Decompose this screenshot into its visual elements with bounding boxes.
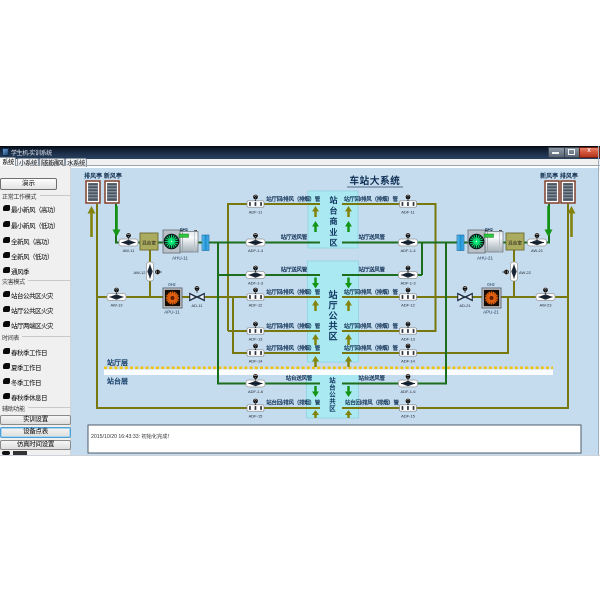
svg-text:APU-11: APU-11 <box>164 310 180 315</box>
svg-text:AD-21: AD-21 <box>459 303 471 308</box>
svg-text:AW-13: AW-13 <box>110 303 123 308</box>
svg-text:0Hz: 0Hz <box>487 282 494 287</box>
svg-text:AW-22: AW-22 <box>519 270 532 275</box>
svg-text:混合室: 混合室 <box>508 240 522 247</box>
svg-text:AW-23: AW-23 <box>539 303 552 308</box>
svg-text:AHU-21: AHU-21 <box>477 256 494 261</box>
svg-text:车站大系统: 车站大系统 <box>349 175 400 187</box>
svg-text:共: 共 <box>328 320 337 331</box>
svg-text:ADF-13: ADF-13 <box>249 337 264 342</box>
svg-text:ADF-11: ADF-11 <box>401 210 415 215</box>
svg-text:台: 台 <box>330 206 338 216</box>
svg-text:公: 公 <box>329 391 336 399</box>
svg-text:区: 区 <box>328 332 337 342</box>
svg-text:AW-12: AW-12 <box>133 270 146 275</box>
svg-text:ADF-1-6: ADF-1-6 <box>248 389 264 394</box>
svg-text:ADF-14: ADF-14 <box>249 359 264 364</box>
svg-text:0Hz: 0Hz <box>180 227 189 232</box>
svg-text:区: 区 <box>330 238 338 247</box>
svg-text:公: 公 <box>328 311 337 321</box>
svg-text:ADF-15: ADF-15 <box>401 414 416 419</box>
svg-text:厅: 厅 <box>328 300 337 310</box>
svg-text:ADF-13: ADF-13 <box>401 337 416 342</box>
svg-text:ADF-1-4: ADF-1-4 <box>400 248 416 253</box>
svg-text:AW-21: AW-21 <box>531 248 544 253</box>
svg-text:商: 商 <box>330 216 338 226</box>
svg-text:ADF-1-4: ADF-1-4 <box>248 248 264 253</box>
svg-text:ADF-15: ADF-15 <box>249 414 264 419</box>
svg-text:业: 业 <box>330 227 338 237</box>
svg-text:混合室: 混合室 <box>142 240 156 247</box>
svg-text:站: 站 <box>328 289 337 300</box>
svg-text:AD-11: AD-11 <box>191 303 203 308</box>
svg-text:站: 站 <box>330 195 338 205</box>
svg-text:ADF-14: ADF-14 <box>401 359 416 364</box>
svg-text:ADF-1-6: ADF-1-6 <box>400 389 416 394</box>
svg-text:ADF-11: ADF-11 <box>249 210 263 215</box>
svg-text:0Hz: 0Hz <box>485 227 494 232</box>
svg-text:AW-11: AW-11 <box>123 248 135 253</box>
svg-text:ADF-12: ADF-12 <box>401 303 416 308</box>
svg-text:AHU-11: AHU-11 <box>172 256 188 261</box>
svg-text:ADF-1-3: ADF-1-3 <box>400 281 416 286</box>
svg-text:ADF-1-3: ADF-1-3 <box>248 281 264 286</box>
svg-text:0Hz: 0Hz <box>168 282 175 287</box>
svg-text:ADF-12: ADF-12 <box>249 303 264 308</box>
svg-text:区: 区 <box>329 405 336 413</box>
svg-text:APU-21: APU-21 <box>483 310 499 315</box>
